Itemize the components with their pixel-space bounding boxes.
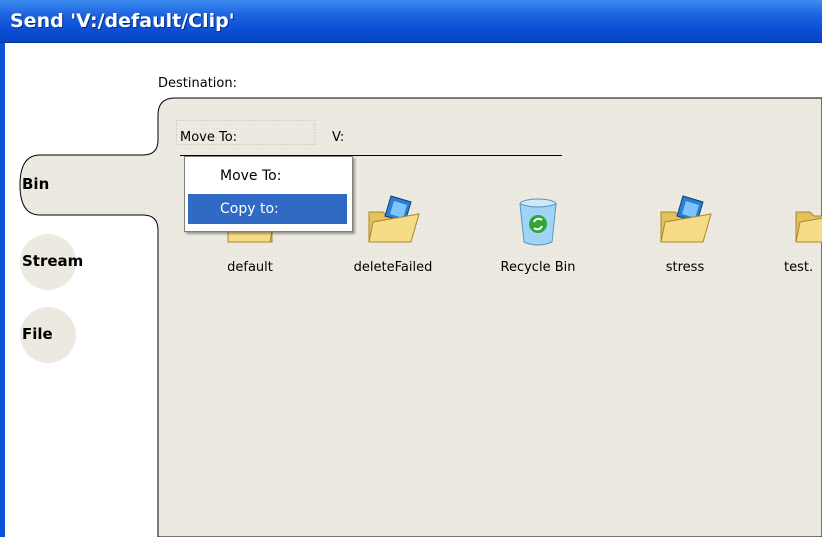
item-label: stress (665, 260, 705, 275)
folder-clip-icon (795, 211, 822, 243)
folder-item-stress[interactable]: stress (630, 190, 740, 275)
folder-item-deletefailed[interactable]: deleteFailed (338, 190, 448, 275)
tab-stream[interactable]: Stream (22, 252, 83, 270)
tab-bin[interactable]: Bin (22, 175, 49, 193)
menu-item-copy-to[interactable]: Copy to: (188, 194, 347, 224)
send-dialog: Send 'V:/default/Clip' Destination: Bin … (0, 0, 822, 537)
focus-rect (176, 120, 315, 145)
item-label: test. (784, 260, 814, 275)
tab-file[interactable]: File (22, 325, 53, 343)
move-copy-dropdown[interactable]: Move To: Copy to: (184, 156, 353, 232)
folder-item-test[interactable]: test. (760, 190, 822, 275)
item-label: default (227, 260, 273, 275)
folder-item-recycle-bin[interactable]: Recycle Bin (483, 190, 593, 275)
destination-path: V: (332, 130, 345, 145)
item-label: deleteFailed (353, 260, 433, 275)
folder-clip-icon (660, 195, 712, 243)
item-label: Recycle Bin (500, 260, 576, 275)
move-to-selector[interactable]: Move To: (176, 120, 320, 152)
menu-item-move-to[interactable]: Move To: (188, 161, 347, 191)
recycle-bin-icon (519, 198, 557, 246)
folder-clip-icon (368, 195, 420, 243)
